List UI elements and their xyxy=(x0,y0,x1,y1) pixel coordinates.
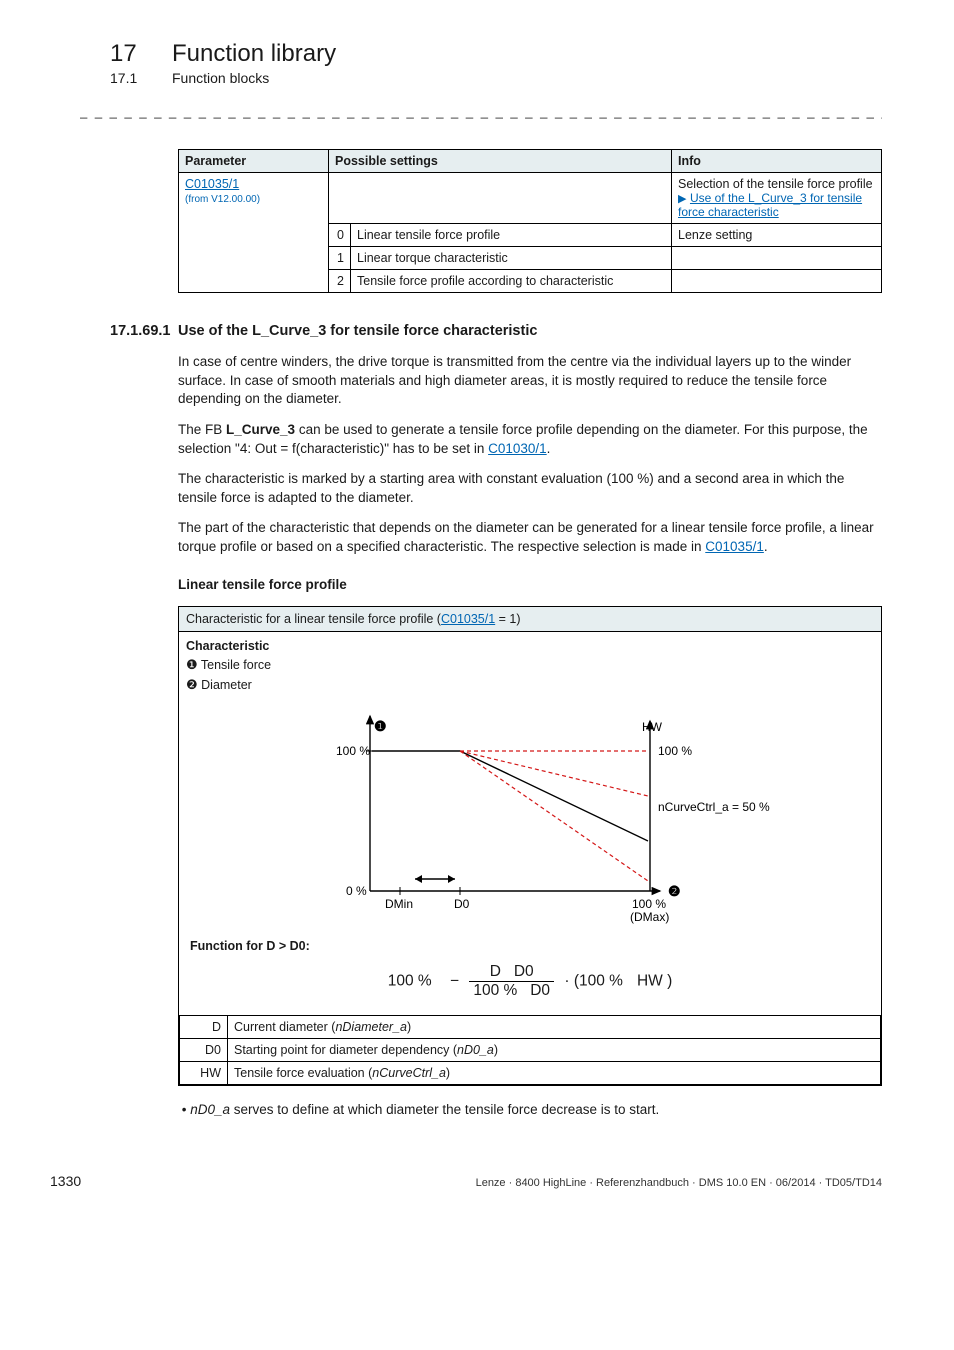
bullet-note: • nD0_a serves to define at which diamet… xyxy=(178,1102,882,1117)
param-code-link[interactable]: C01035/1 xyxy=(185,177,239,191)
info-arrow-icon: ▶ xyxy=(678,193,686,205)
page-number: 1330 xyxy=(50,1173,81,1189)
setting-info xyxy=(672,270,882,293)
subheading: Linear tensile force profile xyxy=(178,577,882,592)
chapter-heading: 17Function library xyxy=(110,40,882,68)
legend-heading: Characteristic xyxy=(186,639,269,653)
def-text: Current diameter (nDiameter_a) xyxy=(228,1015,881,1038)
def-sym: D0 xyxy=(180,1038,228,1061)
legend-symbol-1: ❶ xyxy=(186,657,198,672)
setting-num: 0 xyxy=(329,224,351,247)
param-cell: C01035/1 (from V12.00.00) xyxy=(179,173,329,293)
legend-symbol-2: ❷ xyxy=(186,677,198,692)
char-title: Characteristic for a linear tensile forc… xyxy=(179,606,882,631)
info-main-cell: Selection of the tensile force profile ▶… xyxy=(672,173,882,224)
setting-info xyxy=(672,247,882,270)
param-link-inline[interactable]: C01030/1 xyxy=(488,441,547,456)
function-label: Function for D > D0: xyxy=(190,939,874,953)
col-info: Info xyxy=(672,150,882,173)
y-tick-100: 100 % xyxy=(336,744,370,758)
chart: 100 % 0 % DMin D0 100 % (DMax) 100 % HW … xyxy=(260,701,800,931)
def-sym: D xyxy=(180,1015,228,1038)
paragraph: The FB L_Curve_3 can be used to generate… xyxy=(178,421,882,458)
footer-source: Lenze · 8400 HighLine · Referenzhandbuch… xyxy=(110,1177,882,1189)
chapter-title: Function library xyxy=(172,40,336,67)
setting-num: 1 xyxy=(329,247,351,270)
char-body: Characteristic ❶ Tensile force ❷ Diamete… xyxy=(179,631,882,1015)
paragraph: The part of the characteristic that depe… xyxy=(178,519,882,556)
legend-text-2: Diameter xyxy=(201,678,252,692)
characteristic-box: Characteristic for a linear tensile forc… xyxy=(178,606,882,1086)
col-parameter: Parameter xyxy=(179,150,329,173)
setting-info: Lenze setting xyxy=(672,224,882,247)
setting-text: Linear torque characteristic xyxy=(351,247,672,270)
right-100: 100 % xyxy=(658,744,692,758)
page-footer: 1330 Lenze · 8400 HighLine · Referenzhan… xyxy=(110,1177,882,1189)
x-tick-dmin: DMin xyxy=(385,897,413,911)
legend: Characteristic ❶ Tensile force ❷ Diamete… xyxy=(186,637,874,695)
table-row: D0 Starting point for diameter dependenc… xyxy=(180,1038,881,1061)
table-row: HW Tensile force evaluation (nCurveCtrl_… xyxy=(180,1061,881,1084)
def-text: Tensile force evaluation (nCurveCtrl_a) xyxy=(228,1061,881,1084)
section-title: Use of the L_Curve_3 for tensile force c… xyxy=(178,323,537,339)
info-main-text: Selection of the tensile force profile xyxy=(678,177,873,191)
param-from-note: (from V12.00.00) xyxy=(185,194,260,205)
ncurve-label: nCurveCtrl_a = 50 % xyxy=(658,800,770,814)
setting-text: Linear tensile force profile xyxy=(351,224,672,247)
axis-marker-1: ❶ xyxy=(374,718,387,734)
subchapter-number: 17.1 xyxy=(110,70,172,86)
section-number: 17.1.69.1 xyxy=(110,323,178,339)
def-text: Starting point for diameter dependency (… xyxy=(228,1038,881,1061)
formula: 100 % − D D0 100 % D0 · (100 %HW ) xyxy=(186,957,874,1010)
definitions-table: D Current diameter (nDiameter_a) D0 Star… xyxy=(179,1015,881,1085)
axis-marker-2: ❷ xyxy=(668,883,681,899)
legend-text-1: Tensile force xyxy=(201,658,271,672)
hw-label: HW xyxy=(642,720,663,734)
subchapter-heading: 17.1Function blocks xyxy=(110,70,882,86)
settings-blank xyxy=(329,173,672,224)
x-tick-dmax: 100 % xyxy=(632,897,666,911)
col-settings: Possible settings xyxy=(329,150,672,173)
paragraph: The characteristic is marked by a starti… xyxy=(178,470,882,507)
fb-name: L_Curve_3 xyxy=(226,422,295,437)
y-tick-0: 0 % xyxy=(346,884,367,898)
info-crossref-link[interactable]: Use of the L_Curve_3 for tensile force c… xyxy=(678,191,862,219)
setting-text: Tensile force profile according to chara… xyxy=(351,270,672,293)
table-row: D Current diameter (nDiameter_a) xyxy=(180,1015,881,1038)
x-tick-d0: D0 xyxy=(454,897,470,911)
param-link-inline[interactable]: C01035/1 xyxy=(705,539,764,554)
char-title-link[interactable]: C01035/1 xyxy=(441,612,495,626)
subchapter-title: Function blocks xyxy=(172,70,269,86)
divider-dashes: _ _ _ _ _ _ _ _ _ _ _ _ _ _ _ _ _ _ _ _ … xyxy=(80,104,882,119)
x-tick-dmax2: (DMax) xyxy=(630,910,669,924)
setting-num: 2 xyxy=(329,270,351,293)
section-heading: 17.1.69.1Use of the L_Curve_3 for tensil… xyxy=(110,323,882,339)
parameter-table: Parameter Possible settings Info C01035/… xyxy=(178,149,882,293)
chapter-number: 17 xyxy=(110,40,172,68)
def-sym: HW xyxy=(180,1061,228,1084)
paragraph: In case of centre winders, the drive tor… xyxy=(178,353,882,409)
